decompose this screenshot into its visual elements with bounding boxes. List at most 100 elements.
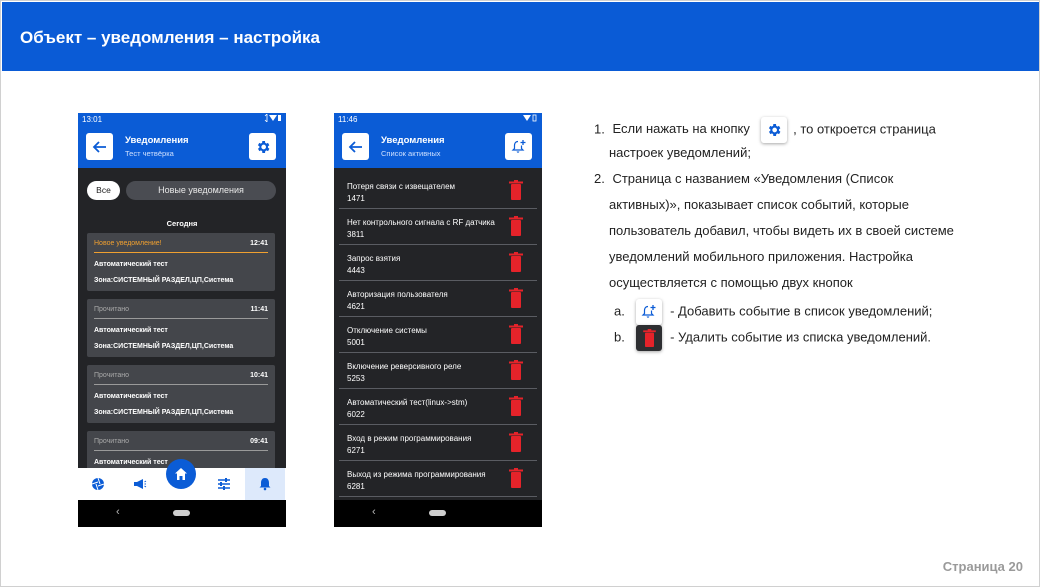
filter-all-button[interactable]: Все: [87, 181, 120, 200]
settings-icon-chip: [761, 117, 788, 143]
nav-notifications[interactable]: [245, 468, 285, 500]
notification-title: Автоматический тест: [94, 261, 168, 268]
phone-notifications: 13:01 Уведомления Тест четвёрка Все Новы…: [78, 113, 286, 527]
page-title: Уведомления: [381, 135, 445, 146]
status-icons: [522, 113, 538, 126]
delete-button[interactable]: [509, 180, 523, 205]
nav-aperture[interactable]: [78, 468, 118, 500]
settings-button[interactable]: [249, 133, 276, 160]
instruction-text: Если нажать на кнопку: [612, 121, 750, 137]
sub-marker: a.: [614, 303, 625, 319]
system-back-button[interactable]: ‹: [372, 506, 376, 518]
list-item: Включение реверсивного реле 5253: [339, 353, 537, 389]
trash-icon: [509, 324, 523, 344]
slide-title: Объект – уведомления – настройка: [20, 28, 320, 47]
instruction-text: Страница с названием «Уведомления (Списо…: [612, 171, 894, 186]
divider: [94, 252, 268, 253]
page-subtitle: Тест четвёрка: [125, 149, 174, 158]
divider: [94, 318, 268, 319]
delete-button[interactable]: [509, 396, 523, 421]
notification-card[interactable]: Прочитано 10:41 Автоматический тест Зона…: [87, 365, 275, 423]
system-home-button[interactable]: [173, 510, 190, 516]
event-code: 3811: [347, 230, 365, 239]
delete-button[interactable]: [509, 360, 523, 385]
event-code: 6281: [347, 482, 365, 491]
notification-status: Прочитано: [94, 372, 129, 379]
notification-title: Автоматический тест: [94, 327, 168, 334]
notification-zone: Зона:СИСТЕМНЫЙ РАЗДЕЛ,ЦП,Система: [94, 277, 234, 284]
delete-button[interactable]: [509, 324, 523, 349]
notification-status: Новое уведомление!: [94, 240, 162, 247]
notification-title: Автоматический тест: [94, 393, 168, 400]
notification-time: 11:41: [250, 306, 268, 313]
list-item: Автоматический тест(linux->stm) 6022: [339, 389, 537, 425]
event-code: 1471: [347, 194, 365, 203]
home-icon: [175, 468, 187, 480]
back-button[interactable]: [342, 133, 369, 160]
delete-button[interactable]: [509, 252, 523, 277]
delete-button[interactable]: [509, 468, 523, 493]
system-home-button[interactable]: [429, 510, 446, 516]
gear-icon: [769, 124, 781, 136]
list-number: 2.: [594, 171, 605, 186]
delete-button[interactable]: [509, 216, 523, 241]
arrow-left-icon: [92, 140, 106, 153]
add-icon-chip: [636, 299, 663, 325]
instruction-2-line: пользователь добавил, чтобы видеть их в …: [609, 223, 954, 238]
notification-title: Автоматический тест: [94, 459, 168, 466]
event-name: Запрос взятия: [347, 254, 401, 263]
status-time: 11:46: [338, 115, 358, 124]
trash-icon: [509, 180, 523, 200]
event-name: Включение реверсивного реле: [347, 362, 462, 371]
nav-settings[interactable]: [204, 468, 244, 500]
instruction-1: 1. Если нажать на кнопку , то откроется …: [594, 117, 936, 143]
page-title: Уведомления: [125, 135, 189, 146]
add-event-button[interactable]: [505, 133, 532, 160]
notification-status: Прочитано: [94, 306, 129, 313]
status-bar: 11:46: [334, 113, 542, 126]
sub-item-b: b. - Удалить событие из списка уведомлен…: [614, 325, 931, 351]
system-nav-bar: ‹: [78, 500, 286, 527]
list-item: Авторизация пользователя 4621: [339, 281, 537, 317]
delete-button[interactable]: [509, 288, 523, 313]
delete-icon-chip: [636, 325, 663, 351]
bell-add-icon: [642, 305, 656, 318]
slide: Объект – уведомления – настройка 13:01 У…: [0, 0, 1040, 587]
system-back-button[interactable]: ‹: [116, 506, 120, 518]
trash-icon: [509, 360, 523, 380]
system-nav-bar: ‹: [334, 500, 542, 527]
status-bar: 13:01: [78, 113, 286, 126]
instruction-1-line-2: настроек уведомлений;: [609, 145, 751, 160]
list-item: Потеря связи с извещателем 1471: [339, 173, 537, 209]
megaphone-icon: [134, 479, 147, 489]
notification-zone: Зона:СИСТЕМНЫЙ РАЗДЕЛ,ЦП,Система: [94, 409, 234, 416]
event-code: 5253: [347, 374, 365, 383]
sub-item-a: a. - Добавить событие в список уведомлен…: [614, 299, 932, 325]
notification-card[interactable]: Новое уведомление! 12:41 Автоматический …: [87, 233, 275, 291]
notification-card[interactable]: Прочитано 11:41 Автоматический тест Зона…: [87, 299, 275, 357]
list-item: Запрос взятия 4443: [339, 245, 537, 281]
back-button[interactable]: [86, 133, 113, 160]
filter-new-button[interactable]: Новые уведомления: [126, 181, 276, 200]
event-code: 6271: [347, 446, 365, 455]
event-name: Отключение системы: [347, 326, 427, 335]
page-number: Страница 20: [942, 559, 1023, 574]
event-name: Авторизация пользователя: [347, 290, 448, 299]
home-button[interactable]: [166, 459, 196, 489]
event-name: Выход из режима программирования: [347, 470, 486, 479]
event-code: 4443: [347, 266, 365, 275]
list-number: 1.: [594, 121, 605, 137]
event-name: Нет контрольного сигнала с RF датчика: [347, 218, 495, 227]
delete-button[interactable]: [509, 432, 523, 457]
trash-icon: [509, 468, 523, 488]
list-item: Нет контрольного сигнала с RF датчика 38…: [339, 209, 537, 245]
nav-announcements[interactable]: [120, 468, 160, 500]
event-name: Вход в режим программирования: [347, 434, 472, 443]
instruction-2-line: осуществляется с помощью двух кнопок: [609, 275, 853, 290]
status-icons: [264, 113, 282, 126]
trash-icon: [643, 329, 656, 347]
bell-icon: [259, 478, 271, 491]
list-item: Отключение системы 5001: [339, 317, 537, 353]
arrow-left-icon: [348, 140, 362, 153]
divider: [94, 384, 268, 385]
